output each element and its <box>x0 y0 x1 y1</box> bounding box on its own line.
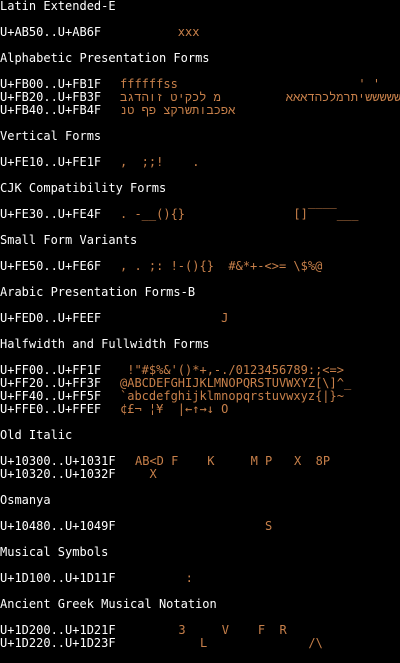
glyph-sample: 3 V F R <box>135 624 287 637</box>
code-range-row: U+FE50..U+FE6F , . ;: !-(){} #&*+-<>= \$… <box>0 260 400 273</box>
code-range-label: U+FE50..U+FE6F <box>0 259 102 273</box>
glyph-sample: אאהלכדבגשששששיתרמלכהדאאא מ לכקיט זוהדגב <box>120 91 400 104</box>
section-title: Halfwidth and Fullwidth Forms <box>0 337 210 351</box>
section-title: Ancient Greek Musical Notation <box>0 597 217 611</box>
section-title: CJK Compatibility Forms <box>0 181 167 195</box>
code-range-label: U+FB40..U+FB4F <box>0 103 102 117</box>
glyph-sample: AB<D F K M P X 8P <box>135 455 331 468</box>
code-range-row: U+1D220..U+1D23F L /\ <box>0 637 400 650</box>
glyph-sample: S <box>135 520 273 533</box>
glyph-sample: xxx <box>120 26 200 39</box>
section-title: Old Italic <box>0 428 73 442</box>
glyph-sample: X <box>135 468 157 481</box>
code-range-label: U+FFE0..U+FFEF <box>0 402 102 416</box>
glyph-sample: , . ;: !-(){} #&*+-<>= \$%@ <box>120 260 323 273</box>
code-range-label: U+10320..U+1032F <box>0 467 116 481</box>
code-range-row: U+FE30..U+FE4F . -__(){} []‾‾‾‾___ <box>0 208 400 221</box>
glyph-sample: ¢£¬ ¦¥ |←↑→↓ O <box>120 403 229 416</box>
code-range-label: U+FED0..U+FEEF <box>0 311 102 325</box>
glyph-sample: , ;;! . <box>120 156 200 169</box>
glyph-sample: `abcdefghijklmnopqrstuvwxyz{|}~ <box>120 390 344 403</box>
unicode-block-listing: Latin Extended-E U+AB50..U+AB6F xxx Alph… <box>0 0 400 663</box>
code-range-row: U+10320..U+1032F X <box>0 468 400 481</box>
section-title: Musical Symbols <box>0 545 109 559</box>
section-title: Small Form Variants <box>0 233 138 247</box>
code-range-label: U+FE10..U+FE1F <box>0 155 102 169</box>
section-title: Vertical Forms <box>0 129 102 143</box>
code-range-row: U+FFE0..U+FFEF ¢£¬ ¦¥ |←↑→↓ O <box>0 403 400 416</box>
code-range-row: U+FE10..U+FE1F , ;;! . <box>0 156 400 169</box>
glyph-sample: : <box>135 572 193 585</box>
glyph-sample: !"#$%&'()*+,-./0123456789:;<=> <box>120 364 344 377</box>
section-title: Arabic Presentation Forms-B <box>0 285 196 299</box>
code-range-row: U+FED0..U+FEEF J <box>0 312 400 325</box>
code-range-row: U+AB50..U+AB6F xxx <box>0 26 400 39</box>
code-range-label: U+1D220..U+1D23F <box>0 636 116 650</box>
glyph-sample: ffffffss ' ' <box>120 78 381 91</box>
glyph-sample: L /\ <box>135 637 323 650</box>
code-range-row: U+1D100..U+1D11F : <box>0 572 400 585</box>
code-range-label: U+AB50..U+AB6F <box>0 25 102 39</box>
code-range-label: U+1D100..U+1D11F <box>0 571 116 585</box>
code-range-row: U+10480..U+1049F S <box>0 520 400 533</box>
section-title: Alphabetic Presentation Forms <box>0 51 210 65</box>
glyph-sample: אפכבותשרקצ פף טנ <box>120 104 236 117</box>
section-title: Osmanya <box>0 493 51 507</box>
code-range-label: U+FE30..U+FE4F <box>0 207 102 221</box>
glyph-sample: @ABCDEFGHIJKLMNOPQRSTUVWXYZ[\]^_ <box>120 377 352 390</box>
glyph-sample: . -__(){} []‾‾‾‾___ <box>120 208 359 221</box>
glyph-sample: J <box>120 312 229 325</box>
section-title: Latin Extended-E <box>0 0 116 13</box>
code-range-row: U+FB40..U+FB4F אפכבותשרקצ פף טנ <box>0 104 400 117</box>
code-range-label: U+10480..U+1049F <box>0 519 116 533</box>
